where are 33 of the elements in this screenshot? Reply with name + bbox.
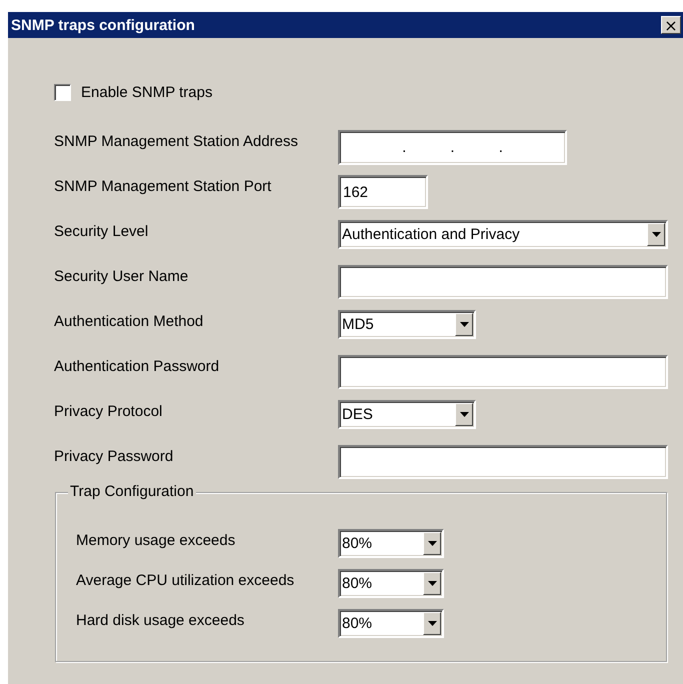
ip-address-field[interactable]: . . . xyxy=(338,130,567,165)
dropdown-field[interactable]: MD5 xyxy=(338,310,476,339)
group-title: Trap Configuration xyxy=(68,483,196,500)
dropdown-arrow-icon xyxy=(428,581,436,586)
dropdown-field[interactable]: DES xyxy=(338,400,476,429)
text-field[interactable]: 162 xyxy=(338,175,428,209)
dropdown-arrow-icon xyxy=(428,541,436,546)
field-label: Privacy Protocol xyxy=(54,402,164,420)
dropdown-field[interactable]: 80% xyxy=(338,529,444,558)
dropdown-field[interactable]: Authentication and Privacy xyxy=(338,220,668,249)
dropdown-arrow-icon xyxy=(460,412,468,417)
dropdown-arrow-icon xyxy=(460,322,468,327)
field-label: SNMP Management Station Port xyxy=(54,177,272,195)
text-field[interactable] xyxy=(338,265,668,299)
field-label: Hard disk usage exceeds xyxy=(76,611,246,629)
dropdown-arrow-icon xyxy=(652,232,660,237)
field-label: Authentication Password xyxy=(54,357,220,375)
field-label: Average CPU utilization exceeds xyxy=(76,571,296,589)
text-field[interactable] xyxy=(338,355,668,389)
field-label: Memory usage exceeds xyxy=(76,531,236,549)
field-label: Security User Name xyxy=(54,267,190,285)
checkbox[interactable] xyxy=(54,84,71,100)
dropdown-arrow-icon xyxy=(428,621,436,626)
dropdown-field[interactable]: 80% xyxy=(338,609,444,638)
field-label: Security Level xyxy=(54,222,150,240)
checkbox-label: Enable SNMP traps xyxy=(81,84,212,100)
field-label: Authentication Method xyxy=(54,312,204,330)
dropdown-field[interactable]: 80% xyxy=(338,569,444,598)
field-label: Privacy Password xyxy=(54,447,174,465)
window-title: SNMP traps configuration xyxy=(11,16,195,34)
text-field[interactable] xyxy=(338,445,668,479)
close-button[interactable]: × xyxy=(661,16,681,34)
field-label: SNMP Management Station Address xyxy=(54,132,300,150)
